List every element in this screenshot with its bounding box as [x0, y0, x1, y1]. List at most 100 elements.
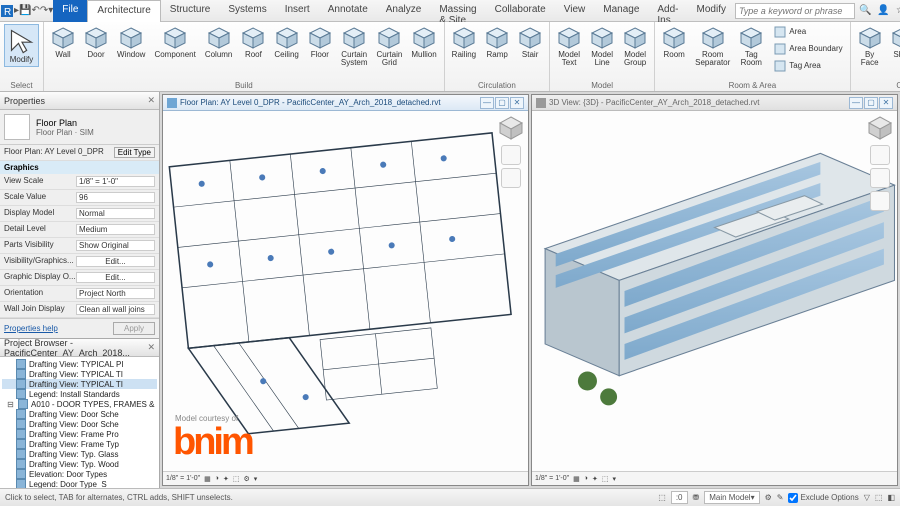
- tree-item[interactable]: Legend: Door Type_S: [2, 479, 157, 488]
- ribbon-door[interactable]: Door: [81, 24, 111, 61]
- menu-tab-analyze[interactable]: Analyze: [377, 0, 431, 22]
- sb-icon[interactable]: ✎: [777, 493, 784, 502]
- vs-icon[interactable]: ▦: [204, 475, 211, 483]
- ribbon-wall[interactable]: Wall: [48, 24, 78, 61]
- nav-pan-icon[interactable]: [870, 168, 890, 188]
- menu-tab-systems[interactable]: Systems: [219, 0, 275, 22]
- view-floorplan-title[interactable]: Floor Plan: AY Level 0_DPR - PacificCent…: [163, 95, 528, 111]
- signin-icon[interactable]: 👤: [877, 5, 889, 16]
- prop-row-orientation[interactable]: OrientationProject North: [0, 286, 159, 302]
- modify-button[interactable]: Modify: [4, 24, 39, 67]
- scale-label[interactable]: 1/8" = 1'-0": [166, 475, 200, 482]
- tree-item[interactable]: Legend: Install Standards: [2, 389, 157, 399]
- ribbon-component[interactable]: Component: [151, 24, 198, 61]
- ribbon-window[interactable]: Window: [114, 24, 148, 61]
- vs-icon[interactable]: ◑: [584, 475, 588, 482]
- vs-icon[interactable]: ⚙: [244, 475, 250, 483]
- prop-row-wall-join-display[interactable]: Wall Join DisplayClean all wall joins: [0, 302, 159, 318]
- main-model-dropdown[interactable]: Main Model ▾: [704, 491, 759, 504]
- qa-redo-icon[interactable]: ↷: [40, 2, 48, 20]
- ribbon-tag-room[interactable]: Tag Room: [736, 24, 766, 70]
- ribbon-column[interactable]: Column: [202, 24, 236, 61]
- sb-icon[interactable]: ◧: [887, 493, 895, 502]
- vs-icon[interactable]: ✦: [592, 475, 598, 483]
- exclude-options-check[interactable]: Exclude Options: [788, 493, 858, 503]
- ribbon-area[interactable]: Area: [771, 24, 845, 40]
- menu-tab-add-ins[interactable]: Add-Ins: [648, 0, 687, 22]
- sb-icon[interactable]: ⚙: [765, 493, 772, 502]
- project-browser-header[interactable]: Project Browser - PacificCenter_AY_Arch_…: [0, 339, 159, 357]
- vs-icon[interactable]: ◑: [215, 475, 219, 482]
- graphics-section[interactable]: Graphics: [0, 161, 159, 174]
- vs-icon[interactable]: ▦: [573, 475, 580, 483]
- tree-item[interactable]: Elevation: Door Types: [2, 469, 157, 479]
- ribbon-ceiling[interactable]: Ceiling: [271, 24, 301, 61]
- sel-count[interactable]: :0: [671, 491, 688, 504]
- ribbon-model-line[interactable]: Model Line: [587, 24, 617, 70]
- menu-tab-file[interactable]: File: [53, 0, 87, 22]
- menu-tab-modify[interactable]: Modify: [688, 0, 735, 22]
- ribbon-floor[interactable]: Floor: [305, 24, 335, 61]
- ribbon-roof[interactable]: Roof: [238, 24, 268, 61]
- project-browser-close-icon[interactable]: ✕: [147, 342, 155, 353]
- prop-row-scale-value[interactable]: Scale Value96: [0, 190, 159, 206]
- view-max-icon[interactable]: ▢: [495, 97, 509, 109]
- vs-icon[interactable]: ▾: [613, 475, 617, 483]
- nav-orbit-icon[interactable]: [870, 191, 890, 211]
- tree-item[interactable]: Drafting View: Frame Pro: [2, 429, 157, 439]
- vs-icon[interactable]: ▾: [254, 475, 258, 483]
- properties-close-icon[interactable]: ✕: [147, 95, 155, 106]
- ribbon-room-separator[interactable]: Room Separator: [692, 24, 733, 70]
- prop-row-detail-level[interactable]: Detail LevelMedium: [0, 222, 159, 238]
- menu-tab-collaborate[interactable]: Collaborate: [486, 0, 555, 22]
- tree-item[interactable]: Drafting View: Typ. Wood: [2, 459, 157, 469]
- view-close-icon[interactable]: ✕: [510, 97, 524, 109]
- menu-tab-annotate[interactable]: Annotate: [319, 0, 377, 22]
- sb-icon[interactable]: ⬚: [658, 493, 666, 502]
- properties-help-link[interactable]: Properties help: [4, 324, 58, 333]
- qa-save-icon[interactable]: 💾: [19, 2, 31, 20]
- ribbon-by-face[interactable]: By Face: [855, 24, 885, 70]
- star-icon[interactable]: ☆: [896, 5, 900, 16]
- ribbon-stair[interactable]: Stair: [515, 24, 545, 61]
- tree-item[interactable]: Drafting View: Frame Typ: [2, 439, 157, 449]
- apply-button[interactable]: Apply: [113, 322, 155, 335]
- ribbon-ramp[interactable]: Ramp: [482, 24, 512, 61]
- ribbon-area-boundary[interactable]: Area Boundary: [771, 41, 845, 57]
- tree-item[interactable]: Drafting View: TYPICAL TI: [2, 379, 157, 389]
- vs-icon[interactable]: ⬚: [233, 475, 240, 483]
- prop-row-view-scale[interactable]: View Scale1/8" = 1'-0": [0, 174, 159, 190]
- sb-icon[interactable]: ⬚: [875, 493, 883, 502]
- ribbon-mullion[interactable]: Mullion: [408, 24, 439, 61]
- ribbon-curtain-system[interactable]: Curtain System: [338, 24, 371, 70]
- tree-item[interactable]: Drafting View: TYPICAL PI: [2, 359, 157, 369]
- tree-item[interactable]: Drafting View: TYPICAL TI: [2, 369, 157, 379]
- view-3d-title[interactable]: 3D View: {3D} - PacificCenter_AY_Arch_20…: [532, 95, 897, 111]
- edit-type-button[interactable]: Edit Type: [114, 147, 155, 158]
- floorplan-canvas[interactable]: Model courtesy of bnim: [163, 111, 528, 471]
- ribbon-tag-area[interactable]: Tag Area: [771, 58, 845, 74]
- menu-tab-massing-site[interactable]: Massing & Site: [430, 0, 485, 22]
- prop-row-display-model[interactable]: Display ModelNormal: [0, 206, 159, 222]
- vs-icon[interactable]: ⬚: [602, 475, 609, 483]
- search-input[interactable]: [735, 3, 855, 19]
- view-min-icon[interactable]: —: [849, 97, 863, 109]
- prop-row-visibility-graphics-[interactable]: Visibility/Graphics...Edit...: [0, 254, 159, 270]
- app-icon[interactable]: R: [0, 2, 14, 20]
- tree-item[interactable]: ⊟A010 - DOOR TYPES, FRAMES &: [2, 399, 157, 409]
- ribbon-model-group[interactable]: Model Group: [620, 24, 650, 70]
- ribbon-railing[interactable]: Railing: [449, 24, 479, 61]
- nav-wheel-icon[interactable]: [870, 145, 890, 165]
- tree-item[interactable]: Drafting View: Door Sche: [2, 419, 157, 429]
- qa-undo-icon[interactable]: ↶: [31, 2, 39, 20]
- tree-item[interactable]: Drafting View: Door Sche: [2, 409, 157, 419]
- ribbon-curtain-grid[interactable]: Curtain Grid: [374, 24, 406, 70]
- menu-tab-structure[interactable]: Structure: [161, 0, 220, 22]
- view-max-icon[interactable]: ▢: [864, 97, 878, 109]
- ribbon-model-text[interactable]: Model Text: [554, 24, 584, 70]
- menu-tab-manage[interactable]: Manage: [594, 0, 648, 22]
- view-min-icon[interactable]: —: [480, 97, 494, 109]
- nav-wheel-icon[interactable]: [501, 145, 521, 165]
- view-close-icon[interactable]: ✕: [879, 97, 893, 109]
- vs-icon[interactable]: ✦: [223, 475, 229, 483]
